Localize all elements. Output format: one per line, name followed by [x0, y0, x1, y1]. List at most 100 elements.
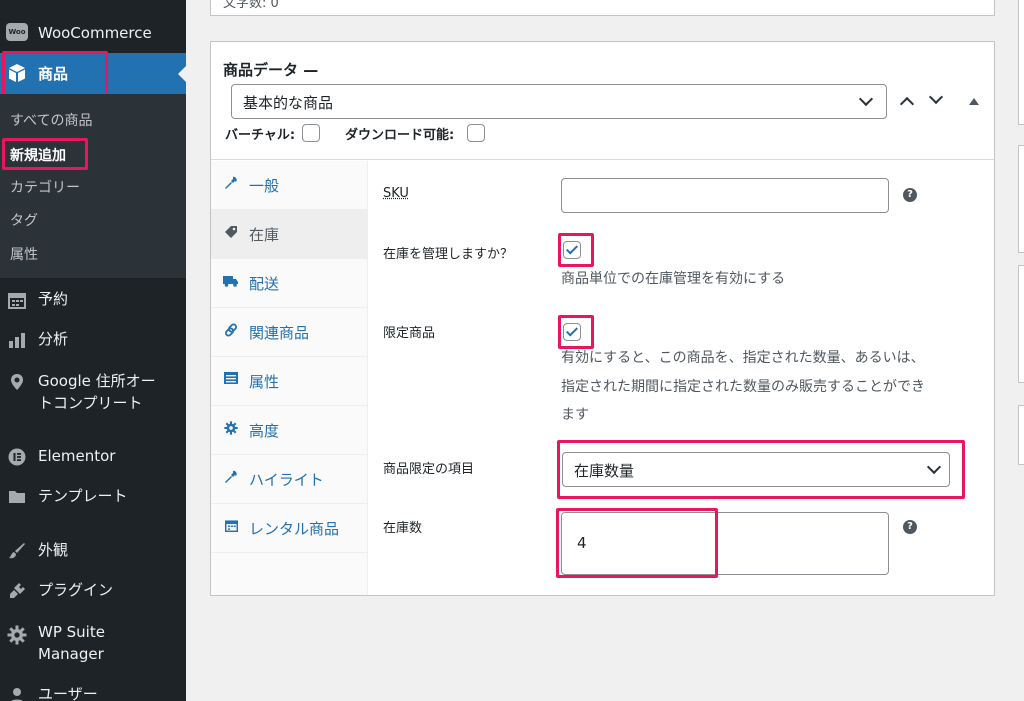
limit-item-label: 商品限定の項目 [383, 458, 474, 477]
chevron-down-icon [859, 92, 873, 106]
menu-google-autocomplete[interactable]: Google 住所オー トコンプリート [0, 370, 186, 416]
word-count-text: 文字数: 0 [223, 0, 279, 11]
tag-icon [223, 225, 239, 243]
collapse-toggle-icon[interactable] [969, 98, 979, 105]
tab-rental-products-label: レンタル商品 [249, 518, 339, 539]
help-icon[interactable]: ? [903, 520, 917, 534]
user-icon [6, 684, 28, 701]
menu-users-label: ユーザー [38, 683, 98, 701]
menu-google-label-line1: Google 住所オー [38, 370, 156, 392]
chevron-down-icon [927, 460, 941, 474]
product-type-value: 基本的な商品 [243, 92, 333, 113]
menu-appearance[interactable]: 外観 [0, 539, 186, 565]
menu-wp-suite-manager[interactable]: WP Suite Manager [0, 621, 186, 667]
side-panel-edge [1018, 265, 1024, 383]
word-count-box: 文字数: 0 [210, 0, 995, 16]
menu-analytics-label: 分析 [38, 328, 68, 350]
limit-item-value: 在庫数量 [574, 460, 634, 481]
menu-templates[interactable]: テンプレート [0, 485, 186, 511]
limited-product-desc-line3: ます [561, 401, 589, 429]
limited-product-desc-line1: 有効にすると、この商品を、指定された数量、あるいは、 [561, 344, 925, 372]
menu-plugins-label: プラグイン [38, 579, 113, 601]
product-data-tabs: 一般 在庫 配送 関連商品 属性 高度 ハイライト レンタル商品 [211, 161, 368, 595]
admin-sidebar: Woo WooCommerce 商品 すべての商品 新規追加 カテゴリー タグ … [0, 0, 186, 701]
elementor-icon [6, 446, 28, 468]
calendar-icon [6, 289, 28, 311]
folder-icon [6, 486, 28, 508]
tab-advanced-label: 高度 [249, 420, 279, 441]
woocommerce-logo-icon: Woo [6, 23, 28, 41]
link-icon [223, 323, 239, 341]
truck-icon [223, 274, 239, 292]
tab-inventory[interactable]: 在庫 [211, 210, 368, 259]
virtual-label: バーチャル: [225, 124, 295, 143]
products-submenu: すべての商品 新規追加 カテゴリー タグ 属性 [0, 94, 186, 278]
menu-products[interactable]: 商品 [0, 53, 186, 94]
checkmark-icon [566, 324, 578, 336]
downloadable-checkbox[interactable] [467, 124, 485, 142]
menu-wp-suite-label-line2: Manager [38, 643, 104, 665]
menu-elementor[interactable]: Elementor [0, 445, 186, 471]
product-type-select[interactable]: 基本的な商品 [231, 84, 887, 119]
downloadable-label: ダウンロード可能: [345, 124, 454, 143]
bar-chart-icon [6, 329, 28, 351]
menu-appearance-label: 外観 [38, 539, 68, 561]
menu-wp-suite-label-line1: WP Suite [38, 621, 105, 643]
move-down-icon[interactable] [929, 90, 943, 104]
move-up-icon[interactable] [900, 97, 914, 111]
tab-linked-products[interactable]: 関連商品 [211, 308, 368, 357]
menu-users[interactable]: ユーザー [0, 683, 186, 701]
menu-bookings[interactable]: 予約 [0, 288, 186, 314]
tab-general-label: 一般 [249, 175, 279, 196]
submenu-all-products[interactable]: すべての商品 [10, 110, 92, 130]
help-icon[interactable]: ? [903, 188, 917, 202]
stock-qty-input[interactable]: 4 [561, 512, 889, 575]
list-icon [223, 372, 239, 388]
menu-products-label: 商品 [38, 63, 68, 85]
tab-highlight-label: ハイライト [249, 469, 324, 490]
manage-stock-checkbox[interactable] [563, 241, 581, 259]
location-pin-icon [6, 371, 28, 393]
tab-attributes[interactable]: 属性 [211, 357, 368, 406]
submenu-categories[interactable]: カテゴリー [10, 177, 80, 197]
submenu-add-new[interactable]: 新規追加 [10, 145, 66, 165]
wrench-icon [223, 470, 239, 488]
tab-general[interactable]: 一般 [211, 161, 368, 210]
side-panel-edge [1018, 405, 1024, 465]
side-panel-edge [1018, 0, 1024, 125]
product-data-header: 商品データ — 基本的な商品 バーチャル: ダウンロード可能: [211, 42, 994, 160]
virtual-checkbox[interactable] [302, 124, 320, 142]
limited-product-desc-line2: 指定された期間に指定された数量のみ販売することができ [561, 373, 925, 401]
tab-rental-products[interactable]: レンタル商品 [211, 504, 368, 553]
gear-icon [6, 624, 28, 646]
gear-icon [223, 421, 239, 439]
submenu-attributes[interactable]: 属性 [10, 244, 38, 264]
tab-attributes-label: 属性 [249, 371, 279, 392]
limit-item-select[interactable]: 在庫数量 [562, 452, 950, 487]
menu-elementor-label: Elementor [38, 445, 115, 467]
product-data-title: 商品データ — [223, 59, 318, 80]
product-data-panel: 商品データ — 基本的な商品 バーチャル: ダウンロード可能: 一般 在庫 配送… [210, 41, 995, 596]
sku-input[interactable] [561, 178, 889, 213]
tab-shipping[interactable]: 配送 [211, 259, 368, 308]
menu-woocommerce[interactable]: Woo WooCommerce [0, 20, 186, 46]
menu-google-label-line2: トコンプリート [38, 392, 143, 414]
sku-label: SKU [383, 186, 409, 201]
menu-analytics[interactable]: 分析 [0, 328, 186, 354]
submenu-tags[interactable]: タグ [10, 210, 38, 230]
current-menu-arrow [178, 66, 186, 82]
menu-bookings-label: 予約 [38, 288, 68, 310]
paintbrush-icon [6, 540, 28, 562]
tab-highlight[interactable]: ハイライト [211, 455, 368, 504]
limited-product-label: 限定商品 [383, 322, 435, 341]
tab-advanced[interactable]: 高度 [211, 406, 368, 455]
calendar-icon [223, 519, 239, 536]
menu-plugins[interactable]: プラグイン [0, 579, 186, 605]
limited-product-checkbox[interactable] [563, 323, 581, 341]
plugin-icon [6, 580, 28, 602]
stock-qty-value: 4 [577, 534, 587, 552]
side-panel-edge [1018, 145, 1024, 253]
manage-stock-description: 商品単位での在庫管理を有効にする [561, 265, 785, 293]
stock-qty-label: 在庫数 [383, 517, 422, 536]
checkmark-icon [566, 242, 578, 254]
